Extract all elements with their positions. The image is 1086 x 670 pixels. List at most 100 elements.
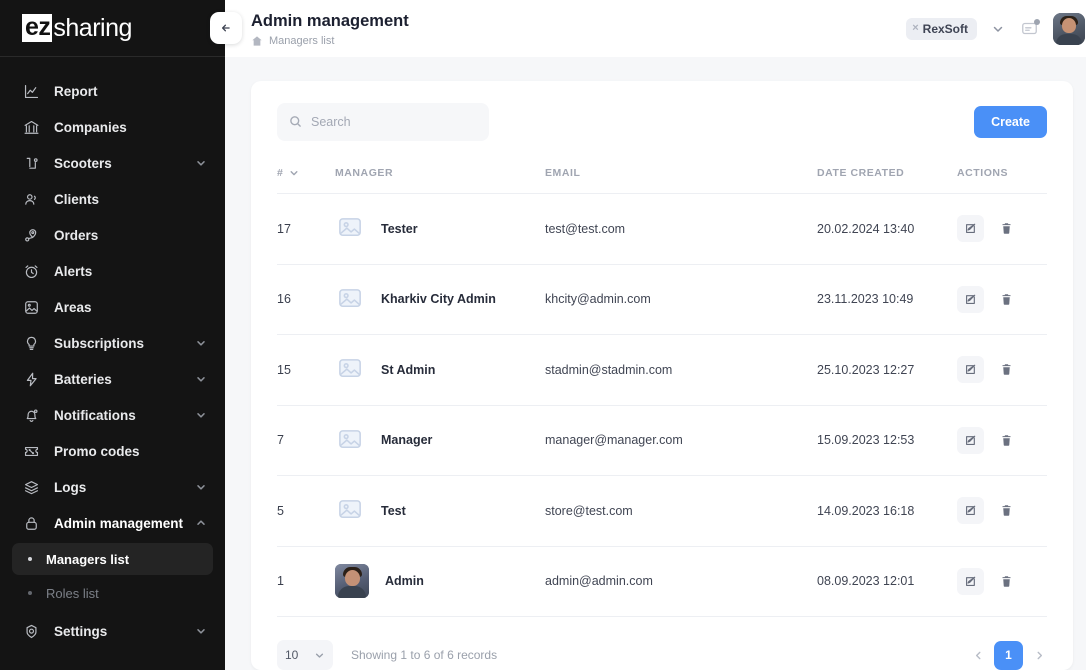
column-header-email[interactable]: EMAIL — [545, 167, 817, 194]
user-avatar[interactable] — [1053, 12, 1085, 45]
cell-number: 5 — [277, 475, 335, 547]
trash-icon — [1002, 576, 1011, 587]
sidebar-item-logs[interactable]: Logs — [0, 469, 225, 505]
image-placeholder-icon — [335, 425, 365, 455]
table-row[interactable]: 1 Admin admin@admin.com 08.09.2023 12:01 — [277, 546, 1047, 617]
cell-actions — [957, 546, 1047, 617]
sidebar-item-report[interactable]: Report — [0, 73, 225, 109]
edit-icon — [966, 294, 976, 304]
edit-button[interactable] — [957, 356, 984, 384]
delete-button[interactable] — [993, 286, 1020, 313]
cell-manager: St Admin — [335, 334, 545, 406]
delete-button[interactable] — [993, 568, 1020, 595]
sidebar-item-companies[interactable]: Companies — [0, 109, 225, 145]
previous-page-button[interactable] — [970, 647, 986, 663]
chevron-down-icon — [314, 650, 325, 661]
manager-name: Tester — [381, 221, 418, 236]
chevron-right-icon — [1037, 651, 1042, 659]
edit-button[interactable] — [957, 426, 984, 454]
bell-icon — [22, 406, 41, 425]
cell-actions — [957, 193, 1047, 265]
edit-icon — [966, 223, 976, 234]
sidebar-item-label: Batteries — [54, 371, 112, 387]
sidebar-logo[interactable]: ez sharing — [0, 0, 225, 57]
edit-button[interactable] — [957, 497, 984, 525]
column-header-date-created[interactable]: DATE CREATED — [817, 167, 957, 194]
cell-manager: Manager — [335, 405, 545, 476]
sidebar-item-subscriptions[interactable]: Subscriptions — [0, 325, 225, 361]
sidebar-item-orders[interactable]: Orders — [0, 217, 225, 253]
sidebar-item-label: Companies — [54, 119, 127, 135]
table-row[interactable]: 5 Test store@test.com 14.09.2023 16:18 — [277, 475, 1047, 547]
manager-name: St Admin — [381, 362, 436, 377]
column-header-label: # — [277, 167, 284, 179]
sidebar-item-clients[interactable]: Clients — [0, 181, 225, 217]
company-chip[interactable]: × RexSoft — [906, 17, 977, 40]
page-title: Admin management — [251, 12, 409, 30]
table-row[interactable]: 7 Manager manager@manager.com 15.09.2023… — [277, 405, 1047, 476]
delete-button[interactable] — [993, 356, 1020, 383]
table-row[interactable]: 16 Kharkiv City Admin khcity@admin.com 2… — [277, 264, 1047, 335]
breadcrumb-current: Managers list — [269, 35, 335, 47]
page-number-button[interactable]: 1 — [994, 640, 1023, 670]
cell-number: 7 — [277, 405, 335, 476]
sidebar-item-admin-management[interactable]: Admin management — [0, 505, 225, 541]
sidebar-item-areas[interactable]: Areas — [0, 289, 225, 325]
column-header-actions: ACTIONS — [957, 167, 1047, 194]
cell-number: 15 — [277, 334, 335, 406]
avatar-body — [1056, 33, 1082, 45]
next-page-button[interactable] — [1031, 647, 1047, 663]
sidebar-item-batteries[interactable]: Batteries — [0, 361, 225, 397]
column-header-number[interactable]: # — [277, 167, 335, 194]
sidebar-item-settings[interactable]: Settings — [0, 613, 225, 649]
edit-icon — [966, 435, 976, 445]
company-selector[interactable]: × RexSoft — [906, 17, 1005, 40]
column-header-manager[interactable]: MANAGER — [335, 167, 545, 194]
create-button[interactable]: Create — [974, 106, 1047, 138]
table-row[interactable]: 17 Tester test@test.com 20.02.2024 13:40 — [277, 193, 1047, 265]
image-placeholder-icon — [335, 214, 365, 244]
sidebar-item-notifications[interactable]: Notifications — [0, 397, 225, 433]
cell-manager: Tester — [335, 193, 545, 265]
logo-mark-ez: ez — [22, 14, 53, 42]
image-placeholder-icon — [335, 496, 365, 526]
cell-email: admin@admin.com — [545, 546, 817, 617]
edit-button[interactable] — [957, 215, 984, 243]
sidebar-item-label: Subscriptions — [54, 335, 145, 351]
table-head: # MANAGER EMAIL DATE CREATED ACTIONS — [277, 167, 1047, 194]
chevron-down-icon — [195, 625, 207, 637]
sidebar-subitem-label: Roles list — [46, 585, 99, 601]
layers-icon — [22, 478, 41, 497]
sidebar-item-roles-list[interactable]: Roles list — [12, 577, 213, 609]
sidebar-item-managers-list[interactable]: Managers list — [12, 543, 213, 575]
delete-button[interactable] — [993, 215, 1020, 242]
table-row[interactable]: 15 St Admin stadmin@stadmin.com 25.10.20… — [277, 334, 1047, 406]
chip-remove-icon[interactable]: × — [912, 23, 918, 34]
edit-button[interactable] — [957, 285, 984, 313]
search-input[interactable] — [311, 115, 477, 129]
chevron-left-icon — [975, 651, 980, 659]
chevron-down-icon — [195, 409, 207, 421]
collapse-sidebar-button[interactable] — [210, 12, 242, 44]
messages-button[interactable] — [1017, 17, 1041, 41]
manager-name: Kharkiv City Admin — [381, 292, 496, 307]
edit-button[interactable] — [957, 567, 984, 595]
cell-email: stadmin@stadmin.com — [545, 334, 817, 406]
sidebar-item-alerts[interactable]: Alerts — [0, 253, 225, 289]
cell-date: 23.11.2023 10:49 — [817, 264, 957, 335]
sidebar-item-label: Clients — [54, 191, 100, 207]
sidebar-item-scooters[interactable]: Scooters — [0, 145, 225, 181]
bullet-icon — [28, 557, 32, 561]
home-icon — [251, 35, 263, 47]
trash-icon — [1002, 505, 1011, 516]
image-placeholder-icon — [335, 284, 365, 314]
page-size-select[interactable]: 10 — [277, 640, 333, 670]
delete-button[interactable] — [993, 497, 1020, 524]
bank-icon — [22, 118, 41, 137]
chevron-down-icon[interactable] — [991, 22, 1005, 36]
search-box[interactable] — [277, 103, 489, 141]
sidebar-item-promo-codes[interactable]: Promo codes — [0, 433, 225, 469]
manager-name: Admin — [385, 574, 424, 589]
edit-icon — [966, 364, 976, 375]
delete-button[interactable] — [993, 427, 1020, 454]
